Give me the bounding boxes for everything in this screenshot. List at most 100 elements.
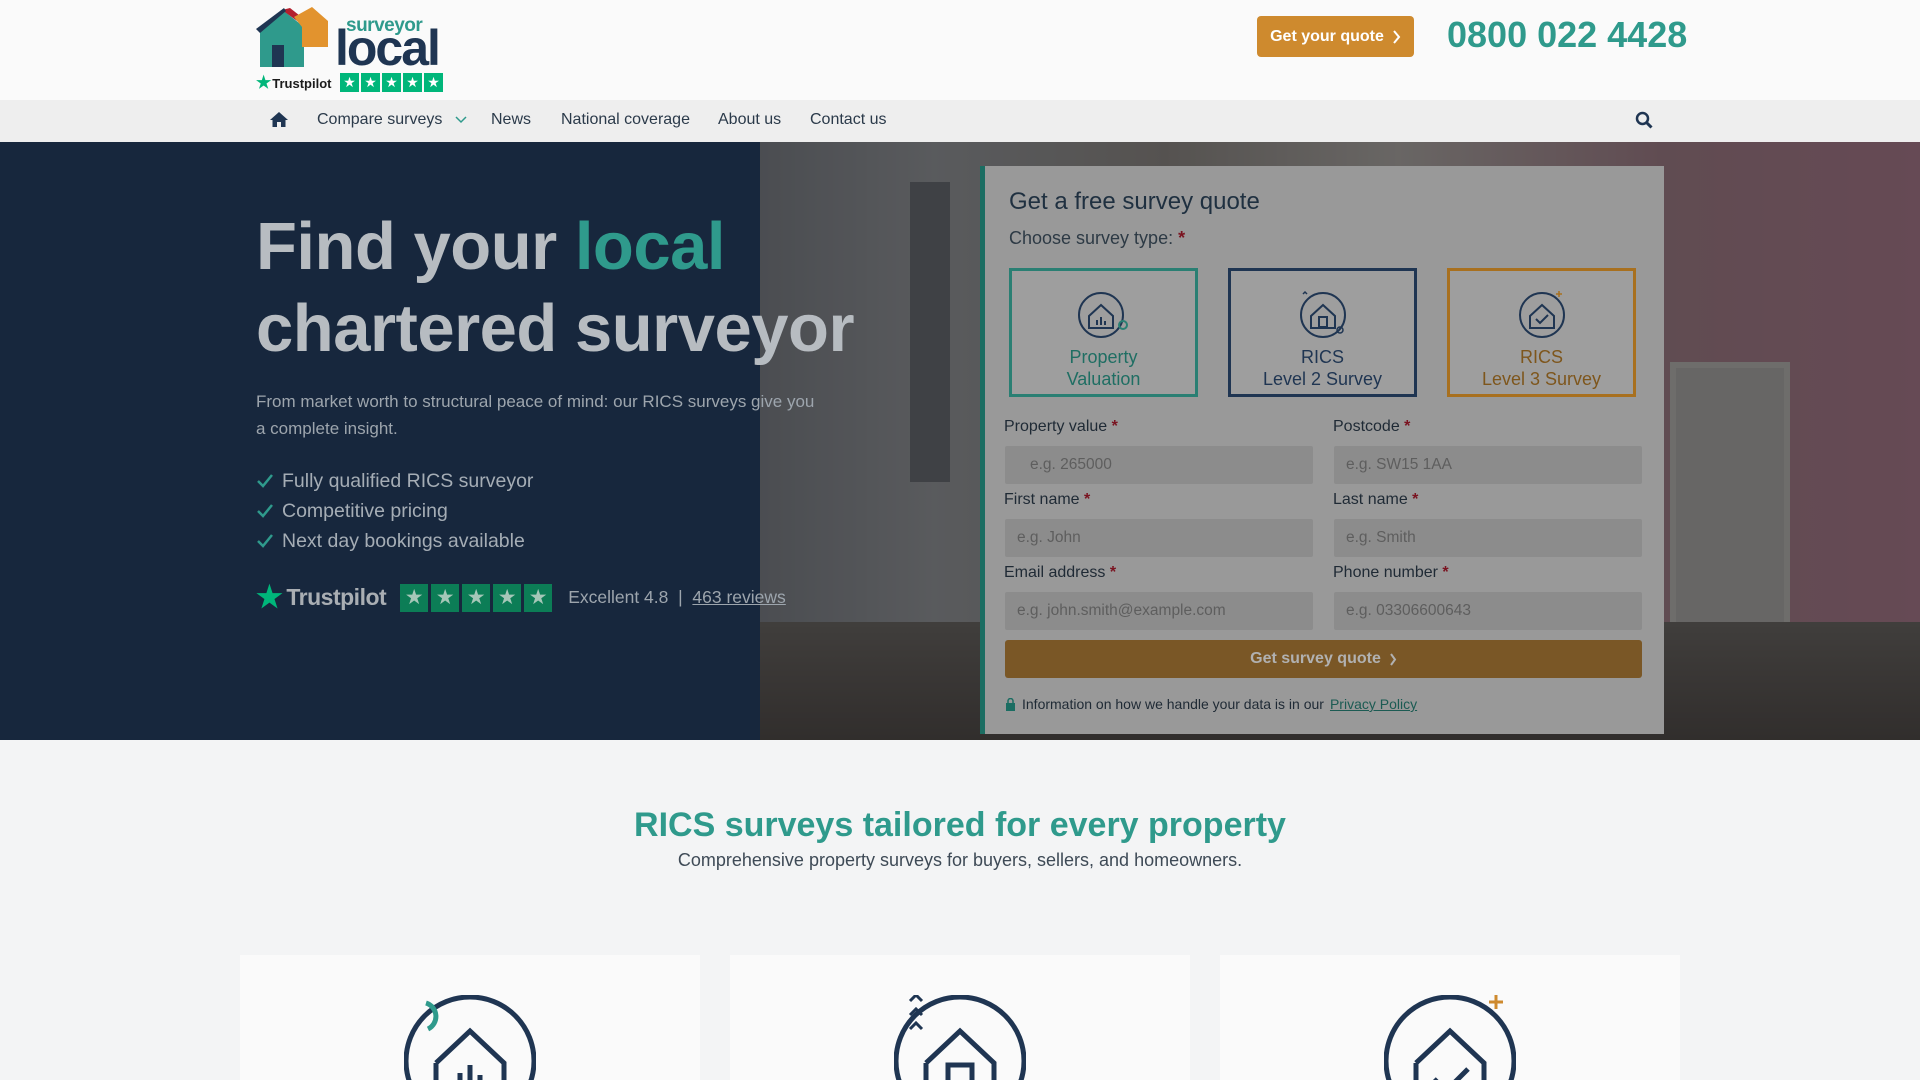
star-icon: ★ (400, 583, 429, 612)
survey-type-line2: Level 3 Survey (1481, 369, 1602, 389)
bullet-item: Next day bookings available (256, 526, 533, 556)
nav-item-compare-surveys[interactable]: Compare surveys (317, 111, 467, 129)
trustpilot-text: Excellent 4.8 | 463 reviews (568, 587, 786, 608)
level2-house-icon (1299, 290, 1346, 338)
required-mark: * (1178, 228, 1186, 248)
hero-title: Find your local chartered surveyor (256, 206, 856, 370)
trustpilot-reviews-link[interactable]: 463 reviews (692, 587, 785, 607)
postcode-input[interactable] (1334, 446, 1642, 484)
search-icon[interactable] (1635, 111, 1653, 129)
trustpilot-rating-text: Excellent 4.8 (568, 587, 669, 607)
survey-card-level-2[interactable] (730, 955, 1190, 1080)
required-mark: * (1084, 491, 1091, 508)
property-value-label: Property value * (1004, 418, 1118, 436)
survey-card-level-3[interactable] (1220, 955, 1680, 1080)
bullet-item: Competitive pricing (256, 496, 533, 526)
survey-card-valuation[interactable] (240, 955, 700, 1080)
trustpilot-rating: ★ Trustpilot ★ ★ ★ ★ ★ Excellent 4.8 | 463 re… (256, 580, 786, 615)
bullet-text: Next day bookings available (282, 529, 525, 552)
phone-label: Phone number * (1333, 564, 1449, 582)
survey-type-property-valuation[interactable]: Property Valuation (1009, 268, 1198, 397)
survey-type-line1: RICS (1300, 347, 1344, 367)
nav-item-label: Compare surveys (317, 111, 443, 128)
trustpilot-label: ★Trustpilot (256, 73, 331, 93)
logo-text-local: local (335, 20, 441, 76)
property-value-input[interactable] (1005, 446, 1313, 484)
level2-house-icon (894, 995, 1026, 1080)
survey-type-rics-level-2[interactable]: RICS Level 2 Survey (1228, 268, 1417, 397)
star-icon: ★ (524, 583, 553, 612)
required-mark: * (1412, 491, 1419, 508)
hero-title-part1: Find your (256, 209, 575, 284)
privacy-notice: Information on how we handle your data i… (1005, 696, 1417, 712)
email-label: Email address * (1004, 564, 1116, 582)
survey-type-line2: Valuation (1066, 369, 1141, 389)
phone-number[interactable]: 0800 022 4428 (1447, 14, 1687, 56)
trustpilot-separator: | (678, 587, 683, 607)
star-icon: ★ (403, 73, 422, 92)
home-icon[interactable] (269, 110, 289, 130)
trustpilot-brand: Trustpilot (286, 584, 387, 610)
phone-label-text: Phone number (1333, 564, 1438, 581)
trustpilot-small-stars: ★ ★ ★ ★ ★ (340, 73, 443, 92)
site-header: surveyor local ★Trustpilot ★ ★ ★ ★ ★ Get you… (0, 0, 1920, 100)
bullet-text: Fully qualified RICS surveyor (282, 469, 534, 492)
hero-title-part2: chartered surveyor (256, 291, 855, 366)
survey-type-line2: Level 2 Survey (1262, 369, 1383, 389)
get-your-quote-button[interactable]: Get your quote (1257, 16, 1414, 57)
first-name-input[interactable] (1005, 519, 1313, 557)
hero-bullets: Fully qualified RICS surveyor Competitiv… (256, 466, 533, 556)
chevron-right-icon (1390, 652, 1397, 666)
nav-item-about-us[interactable]: About us (718, 111, 781, 129)
house-logo-icon (256, 7, 328, 67)
survey-type-label: Choose survey type: * (1009, 228, 1185, 249)
get-survey-quote-label: Get survey quote (1250, 650, 1381, 667)
survey-type-label-text: Choose survey type: (1009, 228, 1174, 248)
last-name-label: Last name * (1333, 491, 1418, 509)
star-icon: ★ (493, 583, 522, 612)
form-title: Get a free survey quote (1009, 188, 1260, 215)
survey-quote-form: Get a free survey quote Choose survey ty… (980, 166, 1664, 734)
chevron-down-icon (455, 116, 467, 124)
nav-item-contact-us[interactable]: Contact us (810, 111, 886, 129)
required-mark: * (1442, 564, 1449, 581)
survey-type-line1: RICS (1519, 347, 1563, 367)
postcode-label-text: Postcode (1333, 418, 1400, 435)
email-input[interactable] (1005, 592, 1313, 630)
survey-type-line1: Property (1069, 347, 1138, 367)
check-icon (257, 474, 273, 488)
star-icon: ★ (424, 73, 443, 92)
postcode-label: Postcode * (1333, 418, 1410, 436)
section-title: RICS surveys tailored for every property (634, 806, 1286, 844)
required-mark: * (1111, 418, 1118, 435)
surveyor-local-logo[interactable]: surveyor local ★Trustpilot ★ ★ ★ ★ ★ (256, 7, 443, 93)
bullet-text: Competitive pricing (282, 499, 448, 522)
hero-subtitle: From market worth to structural peace of… (256, 392, 815, 438)
valuation-house-icon (404, 995, 536, 1080)
phone-input[interactable] (1334, 592, 1642, 630)
trustpilot-star-icon: ★ (256, 581, 283, 614)
email-label-text: Email address (1004, 564, 1106, 581)
survey-type-rics-level-3[interactable]: RICS Level 3 Survey (1447, 268, 1636, 397)
trustpilot-stars: ★ ★ ★ ★ ★ (400, 583, 553, 612)
lock-icon (1006, 697, 1015, 711)
required-mark: * (1404, 418, 1411, 435)
nav-item-news[interactable]: News (491, 111, 531, 129)
chevron-right-icon (1393, 29, 1401, 44)
bullet-item: Fully qualified RICS surveyor (256, 466, 533, 496)
valuation-house-icon (1077, 292, 1128, 338)
get-survey-quote-button[interactable]: Get survey quote (1005, 640, 1642, 678)
property-value-label-text: Property value (1004, 418, 1108, 435)
level3-house-icon (1518, 291, 1565, 338)
star-icon: ★ (340, 73, 359, 92)
privacy-policy-link[interactable]: Privacy Policy (1330, 696, 1417, 712)
hero-title-accent: local (574, 209, 726, 284)
last-name-input[interactable] (1334, 519, 1642, 557)
trustpilot-star-icon: ★ (256, 73, 272, 92)
last-name-label-text: Last name (1333, 491, 1408, 508)
required-mark: * (1109, 564, 1117, 581)
nav-item-national-coverage[interactable]: National coverage (561, 111, 690, 129)
trustpilot-logo: ★ Trustpilot (256, 580, 387, 615)
first-name-label-text: First name (1004, 491, 1080, 508)
first-name-label: First name * (1004, 491, 1090, 509)
